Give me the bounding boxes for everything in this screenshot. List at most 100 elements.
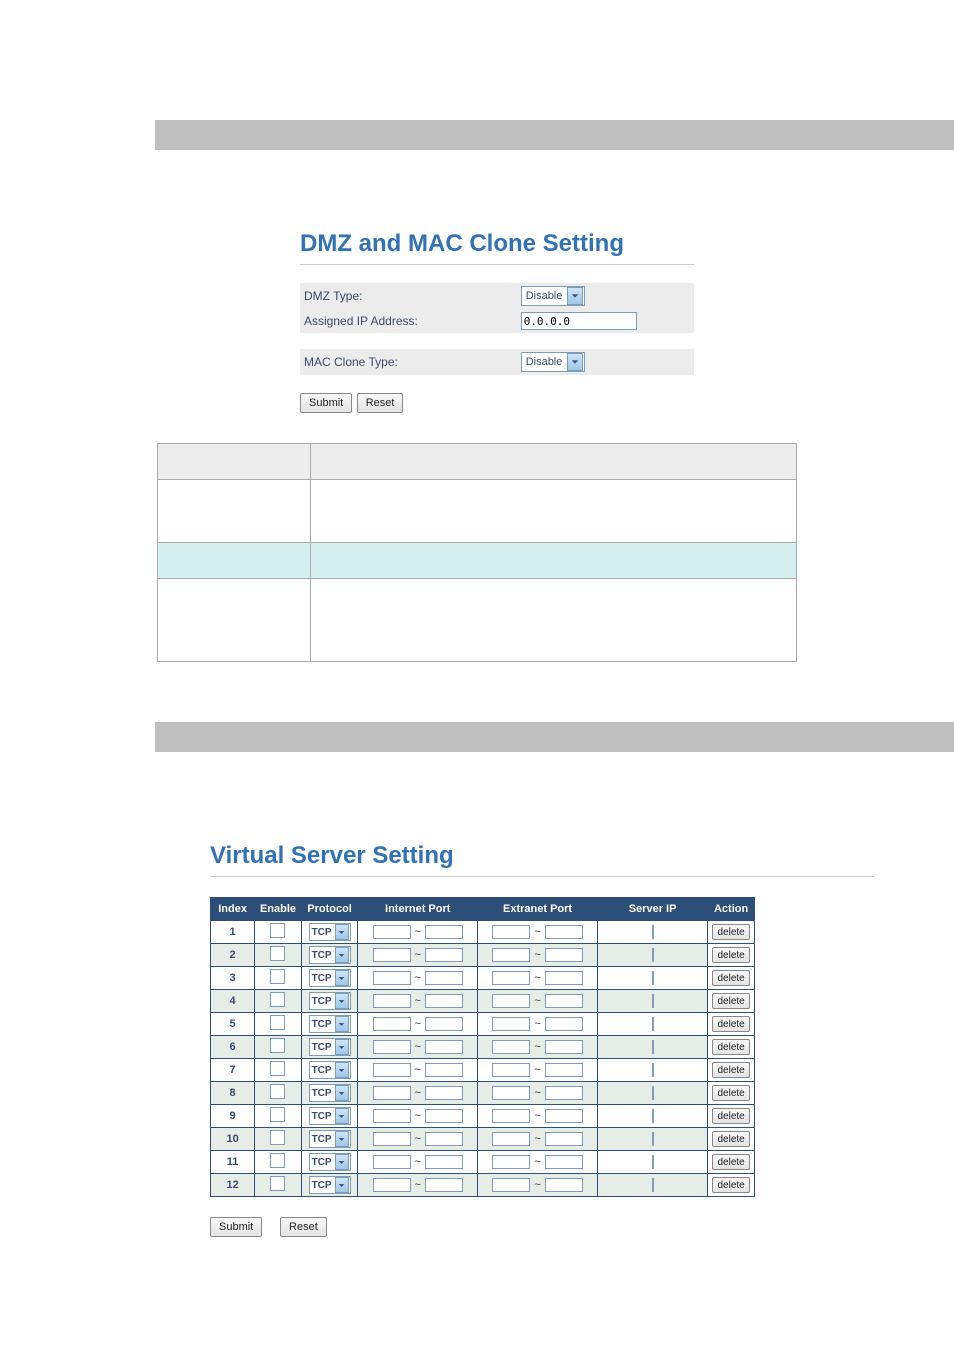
extranet-port-to[interactable] <box>545 1155 583 1169</box>
enable-checkbox[interactable] <box>270 1130 285 1145</box>
dmz-reset-button[interactable]: Reset <box>357 393 404 413</box>
extranet-port-to[interactable] <box>545 925 583 939</box>
internet-port-from[interactable] <box>373 1040 411 1054</box>
extranet-port-from[interactable] <box>492 1040 530 1054</box>
delete-button[interactable]: delete <box>712 1062 749 1078</box>
protocol-select[interactable]: TCP <box>309 1153 351 1171</box>
extranet-port-from[interactable] <box>492 971 530 985</box>
assigned-ip-input[interactable] <box>521 312 637 330</box>
delete-button[interactable]: delete <box>712 993 749 1009</box>
internet-port-from[interactable] <box>373 1155 411 1169</box>
protocol-select[interactable]: TCP <box>309 1084 351 1102</box>
enable-checkbox[interactable] <box>270 946 285 961</box>
mac-clone-select[interactable]: Disable <box>521 352 586 372</box>
extranet-port-from[interactable] <box>492 1132 530 1146</box>
protocol-select[interactable]: TCP <box>309 1015 351 1033</box>
server-ip-input[interactable] <box>652 971 654 985</box>
extranet-port-from[interactable] <box>492 994 530 1008</box>
internet-port-from[interactable] <box>373 1086 411 1100</box>
protocol-select[interactable]: TCP <box>309 1176 351 1194</box>
internet-port-to[interactable] <box>425 1040 463 1054</box>
protocol-select[interactable]: TCP <box>309 923 351 941</box>
enable-checkbox[interactable] <box>270 923 285 938</box>
internet-port-from[interactable] <box>373 994 411 1008</box>
extranet-port-to[interactable] <box>545 1040 583 1054</box>
extranet-port-from[interactable] <box>492 925 530 939</box>
extranet-port-from[interactable] <box>492 1155 530 1169</box>
enable-checkbox[interactable] <box>270 992 285 1007</box>
delete-button[interactable]: delete <box>712 1177 749 1193</box>
internet-port-to[interactable] <box>425 1109 463 1123</box>
internet-port-to[interactable] <box>425 994 463 1008</box>
internet-port-from[interactable] <box>373 971 411 985</box>
dmz-type-select[interactable]: Disable <box>521 286 586 306</box>
internet-port-to[interactable] <box>425 1132 463 1146</box>
server-ip-input[interactable] <box>652 1086 654 1100</box>
server-ip-input[interactable] <box>652 925 654 939</box>
vs-submit-button[interactable]: Submit <box>210 1217 262 1237</box>
internet-port-from[interactable] <box>373 1063 411 1077</box>
enable-checkbox[interactable] <box>270 969 285 984</box>
protocol-select[interactable]: TCP <box>309 1061 351 1079</box>
extranet-port-from[interactable] <box>492 948 530 962</box>
vs-reset-button[interactable]: Reset <box>280 1217 327 1237</box>
extranet-port-to[interactable] <box>545 971 583 985</box>
delete-button[interactable]: delete <box>712 1016 749 1032</box>
enable-checkbox[interactable] <box>270 1107 285 1122</box>
internet-port-to[interactable] <box>425 1086 463 1100</box>
server-ip-input[interactable] <box>652 1132 654 1146</box>
internet-port-from[interactable] <box>373 1017 411 1031</box>
internet-port-to[interactable] <box>425 948 463 962</box>
extranet-port-to[interactable] <box>545 994 583 1008</box>
enable-checkbox[interactable] <box>270 1015 285 1030</box>
delete-button[interactable]: delete <box>712 970 749 986</box>
server-ip-input[interactable] <box>652 1040 654 1054</box>
delete-button[interactable]: delete <box>712 1154 749 1170</box>
server-ip-input[interactable] <box>652 994 654 1008</box>
server-ip-input[interactable] <box>652 1109 654 1123</box>
enable-checkbox[interactable] <box>270 1038 285 1053</box>
internet-port-from[interactable] <box>373 1109 411 1123</box>
extranet-port-from[interactable] <box>492 1109 530 1123</box>
server-ip-input[interactable] <box>652 1063 654 1077</box>
delete-button[interactable]: delete <box>712 1085 749 1101</box>
server-ip-input[interactable] <box>652 1178 654 1192</box>
server-ip-input[interactable] <box>652 948 654 962</box>
extranet-port-to[interactable] <box>545 1086 583 1100</box>
internet-port-from[interactable] <box>373 1178 411 1192</box>
protocol-select[interactable]: TCP <box>309 1130 351 1148</box>
extranet-port-to[interactable] <box>545 1063 583 1077</box>
extranet-port-from[interactable] <box>492 1178 530 1192</box>
internet-port-to[interactable] <box>425 1155 463 1169</box>
enable-checkbox[interactable] <box>270 1176 285 1191</box>
delete-button[interactable]: delete <box>712 1108 749 1124</box>
extranet-port-to[interactable] <box>545 1109 583 1123</box>
extranet-port-from[interactable] <box>492 1017 530 1031</box>
internet-port-to[interactable] <box>425 925 463 939</box>
extranet-port-from[interactable] <box>492 1063 530 1077</box>
internet-port-to[interactable] <box>425 1017 463 1031</box>
internet-port-to[interactable] <box>425 1178 463 1192</box>
internet-port-from[interactable] <box>373 1132 411 1146</box>
extranet-port-to[interactable] <box>545 1132 583 1146</box>
enable-checkbox[interactable] <box>270 1153 285 1168</box>
internet-port-to[interactable] <box>425 971 463 985</box>
server-ip-input[interactable] <box>652 1155 654 1169</box>
delete-button[interactable]: delete <box>712 1131 749 1147</box>
server-ip-input[interactable] <box>652 1017 654 1031</box>
protocol-select[interactable]: TCP <box>309 946 351 964</box>
extranet-port-to[interactable] <box>545 1017 583 1031</box>
delete-button[interactable]: delete <box>712 924 749 940</box>
extranet-port-from[interactable] <box>492 1086 530 1100</box>
internet-port-to[interactable] <box>425 1063 463 1077</box>
extranet-port-to[interactable] <box>545 948 583 962</box>
delete-button[interactable]: delete <box>712 947 749 963</box>
extranet-port-to[interactable] <box>545 1178 583 1192</box>
enable-checkbox[interactable] <box>270 1084 285 1099</box>
delete-button[interactable]: delete <box>712 1039 749 1055</box>
internet-port-from[interactable] <box>373 925 411 939</box>
protocol-select[interactable]: TCP <box>309 969 351 987</box>
protocol-select[interactable]: TCP <box>309 992 351 1010</box>
internet-port-from[interactable] <box>373 948 411 962</box>
protocol-select[interactable]: TCP <box>309 1107 351 1125</box>
